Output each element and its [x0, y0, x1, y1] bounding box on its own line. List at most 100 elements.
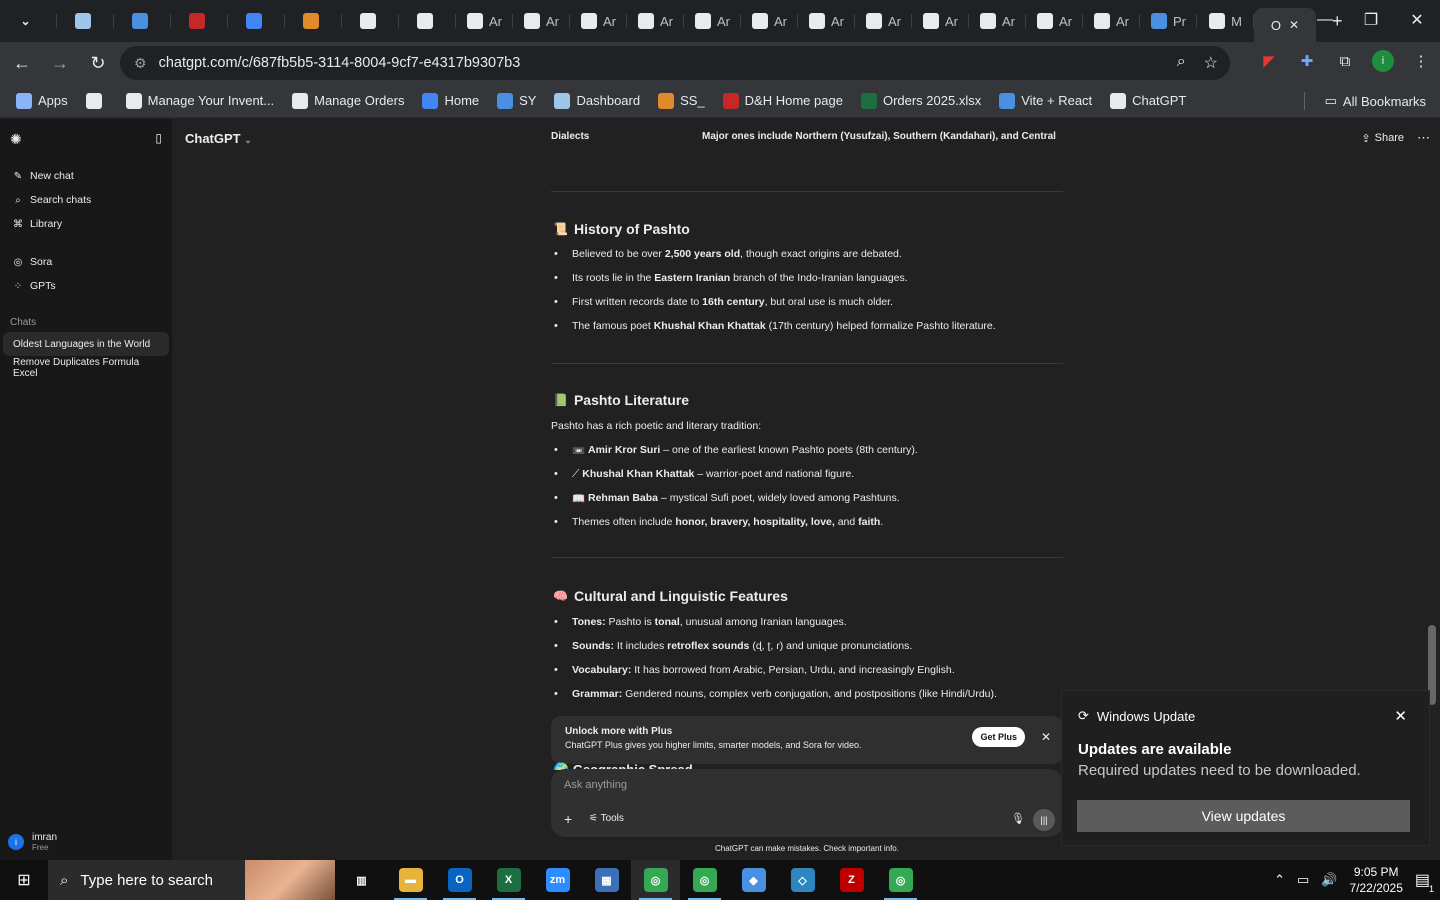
sidebar-item-label: New chat — [30, 170, 74, 182]
browser-tab[interactable]: Pr — [1140, 6, 1197, 36]
taskbar-app[interactable]: zm — [533, 860, 582, 900]
taskbar-app[interactable]: ▥ — [337, 860, 386, 900]
bookmark-item[interactable]: D&H Home page — [722, 92, 843, 109]
browser-tab[interactable]: M — [1197, 6, 1254, 36]
sidebar-item-gpts[interactable]: ⁘ GPTs — [0, 274, 172, 298]
browser-tab[interactable] — [342, 6, 399, 36]
bookmark-item[interactable]: Manage Orders — [292, 92, 404, 109]
sidebar-item-compose[interactable]: ✎ New chat — [0, 164, 172, 188]
chat-history-item[interactable]: Remove Duplicates Formula Excel — [3, 356, 169, 380]
close-icon[interactable]: ✕ — [1394, 707, 1407, 725]
reload-button[interactable]: ↻ — [80, 45, 116, 81]
user-menu[interactable]: i imran Free — [8, 832, 57, 852]
voice-mode-icon[interactable]: ||| — [1033, 809, 1055, 831]
taskbar-app[interactable]: ◎ — [876, 860, 925, 900]
browser-tab[interactable]: Ar — [798, 6, 855, 36]
browser-tab[interactable]: Ar — [456, 6, 513, 36]
sidebar-item-library[interactable]: ⌘ Library — [0, 212, 172, 236]
get-plus-button[interactable]: Get Plus — [972, 727, 1025, 747]
browser-toolbar: ← → ↻ ⚙ chatgpt.com/c/687fb5b5-3114-8004… — [0, 42, 1440, 84]
bookmark-item[interactable]: Vite + React — [999, 92, 1092, 109]
taskbar-app[interactable]: ◆ — [729, 860, 778, 900]
bookmark-item[interactable]: SS_ — [658, 92, 705, 109]
taskbar-app[interactable]: X — [484, 860, 533, 900]
extension-red-icon[interactable]: ◤ — [1258, 50, 1280, 72]
browser-tab[interactable]: ⌄ — [0, 6, 57, 36]
extensions-puzzle-icon[interactable]: ⧉ — [1334, 50, 1356, 72]
taskbar-app[interactable]: Z — [827, 860, 876, 900]
notifications-icon[interactable]: ▤ 1 — [1415, 870, 1434, 894]
forward-button[interactable]: → — [42, 45, 78, 81]
browser-tab[interactable]: Ar — [969, 6, 1026, 36]
openai-logo-icon[interactable]: ✺ — [10, 131, 22, 148]
sidebar-item-sora[interactable]: ◎ Sora — [0, 250, 172, 274]
message-input[interactable] — [564, 779, 1034, 791]
bookmark-star-icon[interactable]: ☆ — [1204, 53, 1218, 73]
task-view-icon: ▥ — [349, 868, 374, 892]
bookmark-item[interactable]: Apps — [16, 92, 68, 109]
bookmark-item[interactable] — [85, 92, 108, 109]
address-bar[interactable]: ⚙ chatgpt.com/c/687fb5b5-3114-8004-9cf7-… — [120, 46, 1230, 80]
browser-tab[interactable]: Ar — [741, 6, 798, 36]
share-button[interactable]: ⇪ Share — [1361, 132, 1404, 145]
browser-tab[interactable] — [171, 6, 228, 36]
windows-update-toast[interactable]: ⟳ Windows Update ✕ Updates are available … — [1061, 690, 1430, 846]
site-info-icon[interactable]: ⚙ — [134, 55, 147, 72]
view-updates-button[interactable]: View updates — [1077, 800, 1410, 832]
text-run: 2,500 years old — [664, 248, 741, 260]
browser-tab[interactable] — [57, 6, 114, 36]
windows-start-icon[interactable]: ⊞ — [0, 860, 48, 900]
close-tab-icon[interactable]: ✕ — [1289, 18, 1299, 32]
back-button[interactable]: ← — [4, 45, 40, 81]
browser-tab[interactable] — [399, 6, 456, 36]
taskbar-search[interactable]: ⌕ Type here to search — [48, 860, 335, 900]
browser-tab[interactable]: Ar — [1026, 6, 1083, 36]
taskbar-app[interactable]: ◎ — [631, 860, 680, 900]
text-run: It includes — [614, 640, 668, 652]
browser-tab[interactable] — [228, 6, 285, 36]
bookmark-item[interactable]: Dashboard — [554, 92, 640, 109]
microphone-icon[interactable]: 🎙 — [1011, 812, 1025, 825]
zoom-icon: zm — [545, 868, 570, 892]
close-window-button[interactable]: ✕ — [1394, 0, 1440, 40]
browser-tab[interactable]: Ar — [513, 6, 570, 36]
network-icon[interactable]: ▭ — [1297, 872, 1309, 888]
browser-tab[interactable] — [285, 6, 342, 36]
zoom-icon[interactable]: ⌕ — [1177, 53, 1186, 73]
text-run: ⟋ — [572, 467, 583, 480]
volume-icon[interactable]: 🔊 — [1321, 872, 1337, 888]
bookmark-item[interactable]: Orders 2025.xlsx — [860, 92, 981, 109]
browser-tab[interactable]: Ar — [684, 6, 741, 36]
extension-blue-icon[interactable]: ✚ — [1296, 50, 1318, 72]
chevron-up-icon[interactable]: ⌃ — [1274, 872, 1285, 888]
chrome-menu-icon[interactable]: ⋮ — [1410, 50, 1432, 72]
browser-tab[interactable]: Ar — [912, 6, 969, 36]
browser-tab[interactable]: Ar — [855, 6, 912, 36]
bookmark-item[interactable]: Manage Your Invent... — [125, 92, 274, 109]
model-selector[interactable]: ChatGPT ⌄ — [185, 131, 252, 146]
plus-icon[interactable]: + — [564, 811, 572, 827]
minimize-button[interactable]: — — [1302, 0, 1348, 40]
chat-history-item[interactable]: Oldest Languages in the World — [3, 332, 169, 356]
taskbar-app[interactable]: O — [435, 860, 484, 900]
bookmark-item[interactable]: ChatGPT — [1110, 92, 1186, 109]
taskbar-app[interactable]: ◇ — [778, 860, 827, 900]
tools-button[interactable]: ⚟ Tools — [589, 813, 624, 824]
taskbar-app[interactable]: ◎ — [680, 860, 729, 900]
restore-button[interactable]: ❐ — [1348, 0, 1394, 40]
toggle-sidebar-icon[interactable]: ▯ — [155, 131, 162, 148]
bookmark-item[interactable]: Home — [422, 92, 479, 109]
tab-title: M — [1231, 13, 1242, 29]
close-icon[interactable]: ✕ — [1041, 730, 1051, 744]
browser-tab[interactable]: Ar — [627, 6, 684, 36]
all-bookmarks-button[interactable]: ▭ All Bookmarks — [1303, 92, 1426, 110]
bookmark-item[interactable]: SY — [497, 92, 536, 109]
sidebar-item-search[interactable]: ⌕ Search chats — [0, 188, 172, 212]
taskbar-app[interactable]: ▦ — [582, 860, 631, 900]
taskbar-app[interactable]: ▬ — [386, 860, 435, 900]
browser-tab[interactable] — [114, 6, 171, 36]
profile-avatar[interactable]: i — [1372, 50, 1394, 72]
clock[interactable]: 9:05 PM 7/22/2025 — [1349, 864, 1402, 896]
browser-tab[interactable]: Ar — [570, 6, 627, 36]
browser-tab[interactable]: Ar — [1083, 6, 1140, 36]
